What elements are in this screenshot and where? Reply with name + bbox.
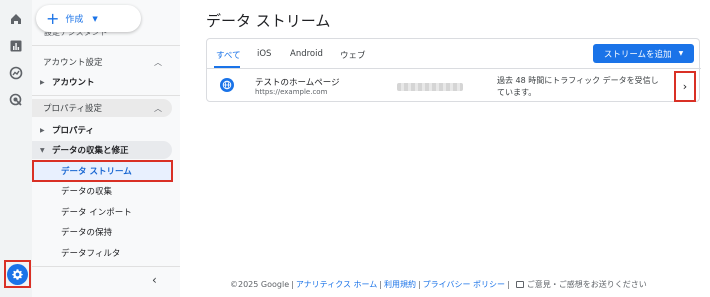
sidebar-item-data-import[interactable]: データ インポート <box>32 203 172 221</box>
stream-status: 過去 48 時間にトラフィック データを受信し ています。 <box>497 75 667 99</box>
stream-row[interactable]: テストのホームページ https://example.com 過去 48 時間に… <box>207 70 701 102</box>
privacy-link[interactable]: プライバシー ポリシー <box>423 280 505 289</box>
feedback-icon <box>515 281 524 288</box>
data-collection-settings-label: データの収集 <box>61 187 113 197</box>
data-retention-label: データの保持 <box>61 228 113 238</box>
streams-card: すべて iOS Android ウェブ ストリームを追加 ▼ テストのホームペー… <box>206 38 701 102</box>
admin-sidebar: 設定アシスタント + 作成 ▼ アカウント設定 ︿ ▶ アカウント プロパティ設… <box>32 0 180 297</box>
caret-down-icon: ▼ <box>92 14 98 23</box>
icon-rail <box>0 0 32 297</box>
stream-status-line2: ています。 <box>497 88 537 97</box>
property-settings-label: プロパティ設定 <box>43 104 102 114</box>
expand-arrow-icon: ▶ <box>40 78 45 86</box>
reports-icon[interactable] <box>8 38 24 54</box>
sidebar-item-account[interactable]: ▶ アカウント <box>32 73 172 91</box>
property-label: プロパティ <box>52 126 94 136</box>
tab-web[interactable]: ウェブ <box>340 49 366 61</box>
add-stream-button[interactable]: ストリームを追加 ▼ <box>593 44 694 63</box>
create-button[interactable]: + 作成 ▼ <box>36 5 141 32</box>
sidebar-item-data-retention[interactable]: データの保持 <box>32 223 172 241</box>
chevron-up-icon: ︿ <box>154 103 162 113</box>
data-import-label: データ インポート <box>61 208 132 218</box>
open-stream-chevron-icon[interactable]: › <box>674 71 696 102</box>
analytics-home-link[interactable]: アナリティクス ホーム <box>296 280 377 289</box>
chevron-up-icon: ︿ <box>154 57 162 67</box>
sidebar-divider <box>32 266 180 267</box>
tab-android[interactable]: Android <box>290 49 323 59</box>
data-streams-label: データ ストリーム <box>61 167 132 177</box>
collapse-arrow-icon: ▼ <box>40 146 45 154</box>
account-settings-header[interactable]: アカウント設定 ︿ <box>32 53 172 71</box>
account-label: アカウント <box>52 78 95 88</box>
tab-all[interactable]: すべて <box>216 49 241 61</box>
sidebar-item-property[interactable]: ▶ プロパティ <box>32 121 172 139</box>
feedback-link[interactable]: ご意見・ご感想をお送りください <box>527 280 647 289</box>
terms-link[interactable]: 利用規約 <box>384 280 416 289</box>
add-stream-label: ストリームを追加 <box>603 49 672 60</box>
explore-icon[interactable] <box>8 65 24 81</box>
stream-status-line1: 過去 48 時間にトラフィック データを受信し <box>497 76 659 85</box>
copyright: ©2025 Google <box>230 280 290 289</box>
home-icon[interactable] <box>8 11 24 27</box>
sidebar-divider <box>32 95 180 96</box>
property-settings-header[interactable]: プロパティ設定 ︿ <box>32 99 172 117</box>
sidebar-item-data-filters[interactable]: データフィルタ <box>32 244 172 262</box>
data-filters-label: データフィルタ <box>61 249 121 259</box>
caret-down-icon: ▼ <box>678 50 684 57</box>
sidebar-item-data-streams[interactable]: データ ストリーム <box>32 160 173 182</box>
platform-tabs: すべて iOS Android ウェブ ストリームを追加 ▼ <box>207 39 701 69</box>
globe-icon <box>220 78 234 92</box>
sidebar-divider <box>32 45 180 46</box>
admin-button[interactable] <box>4 260 31 288</box>
sidebar-item-data-collection[interactable]: ▼ データの収集と修正 <box>32 141 172 159</box>
collapse-sidebar-icon[interactable]: ‹ <box>152 273 157 287</box>
plus-icon: + <box>46 8 60 28</box>
redacted-stream-id <box>397 83 463 91</box>
account-settings-label: アカウント設定 <box>43 58 103 68</box>
tab-ios[interactable]: iOS <box>257 49 271 59</box>
expand-arrow-icon: ▶ <box>40 126 45 134</box>
page-title: データ ストリーム <box>206 12 331 30</box>
stream-url: https://example.com <box>255 88 328 96</box>
app-root: 設定アシスタント + 作成 ▼ アカウント設定 ︿ ▶ アカウント プロパティ設… <box>0 0 710 297</box>
page-footer: ©2025 Google | アナリティクス ホーム | 利用規約 | プライバシー ポリシ… <box>230 280 647 289</box>
active-tab-indicator <box>214 66 240 68</box>
stream-name: テストのホームページ <box>255 78 340 88</box>
admin-gear-icon <box>7 263 28 285</box>
sidebar-item-data-collection-settings[interactable]: データの収集 <box>32 182 172 200</box>
main-content: データ ストリーム すべて iOS Android ウェブ ストリームを追加 ▼… <box>180 0 710 297</box>
create-label: 作成 <box>65 15 84 25</box>
data-collection-label: データの収集と修正 <box>52 146 129 156</box>
advertising-icon[interactable] <box>8 92 24 108</box>
